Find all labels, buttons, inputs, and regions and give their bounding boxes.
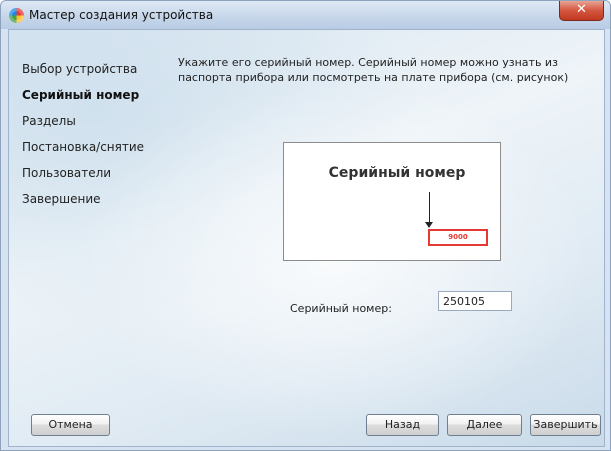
step-finish[interactable]: Завершение [22,191,172,217]
step-arm-disarm[interactable]: Постановка/снятие [22,139,172,165]
app-icon [9,8,24,23]
back-button[interactable]: Назад [366,414,439,436]
step-users[interactable]: Пользователи [22,165,172,191]
title-bar[interactable]: Мастер создания устройства ✕ [1,1,610,29]
step-partitions[interactable]: Разделы [22,113,172,139]
finish-button[interactable]: Завершить [530,414,601,436]
step-select-device[interactable]: Выбор устройства [22,61,172,87]
step-serial-number[interactable]: Серийный номер [22,87,172,113]
serial-number-label: Серийный номер: [290,302,392,315]
next-button[interactable]: Далее [447,414,522,436]
serial-number-input[interactable] [438,291,512,311]
wizard-window: Мастер создания устройства ✕ Выбор устро… [0,0,611,451]
close-button[interactable]: ✕ [559,1,604,21]
close-icon: ✕ [576,2,587,17]
steps-sidebar: Выбор устройства Серийный номер Разделы … [22,61,172,217]
wizard-content: Выбор устройства Серийный номер Разделы … [8,29,605,447]
arrow-down-icon [429,192,430,225]
instruction-text: Укажите его серийный номер. Серийный ном… [178,56,569,84]
window-title: Мастер создания устройства [29,8,214,22]
serial-number-illustration: Серийный номер 9000 [283,142,501,261]
cancel-button[interactable]: Отмена [31,414,110,436]
arrowhead-icon [425,222,433,228]
serial-label-badge: 9000 [428,229,488,246]
illustration-title: Серийный номер [328,165,466,181]
